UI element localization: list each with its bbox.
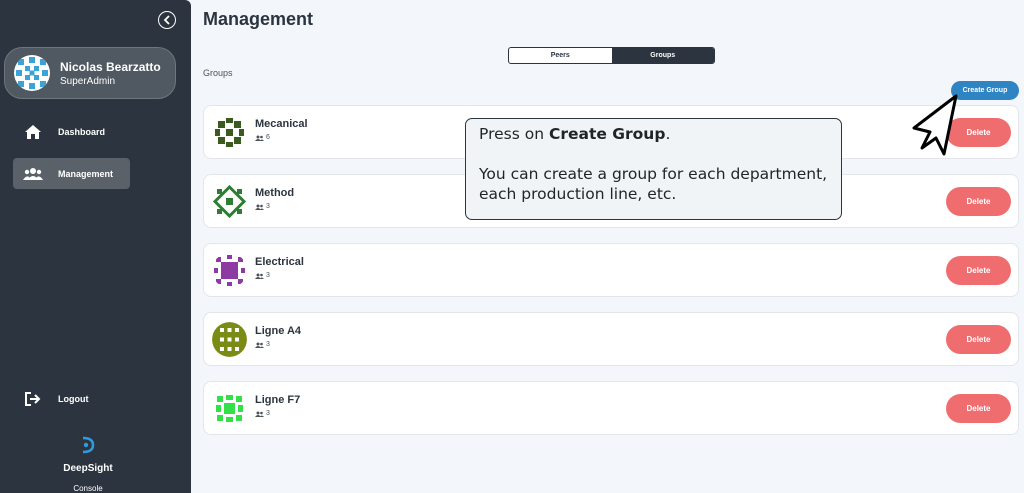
home-icon (23, 124, 43, 140)
member-count: 3 (255, 410, 270, 417)
group-name: Ligne A4 (255, 325, 302, 337)
member-count-value: 3 (266, 410, 270, 417)
member-count: 3 (255, 341, 270, 348)
group-avatar-icon (212, 322, 247, 357)
group-name: Electrical (255, 256, 304, 268)
members-icon (255, 135, 264, 141)
users-icon (23, 166, 43, 182)
logout-label: Logout (58, 393, 89, 404)
member-count-value: 3 (266, 341, 270, 348)
delete-button[interactable]: Delete (946, 394, 1011, 423)
logout-button[interactable]: Logout (13, 383, 130, 414)
chevron-left-icon (163, 15, 170, 25)
group-avatar-icon (212, 391, 247, 426)
members-icon (255, 342, 264, 348)
members-icon (255, 273, 264, 279)
group-row[interactable]: Ligne A4 3 Delete (203, 312, 1019, 366)
brand-subtitle: Console (73, 484, 103, 493)
pointer-cursor-icon (912, 94, 958, 156)
logout-icon (23, 391, 43, 407)
user-name: Nicolas Bearzatto (60, 59, 161, 74)
group-avatar-icon (212, 184, 247, 219)
user-profile-card[interactable]: Nicolas Bearzatto SuperAdmin (4, 47, 176, 99)
delete-button[interactable]: Delete (946, 325, 1011, 354)
brand-name: DeepSight (63, 463, 113, 474)
view-toggle: Peers Groups (508, 47, 715, 64)
sidebar: Nicolas Bearzatto SuperAdmin Dashboard M… (0, 0, 191, 493)
section-label: Groups (203, 68, 233, 78)
user-role: SuperAdmin (60, 75, 116, 87)
member-count-value: 3 (266, 272, 270, 279)
group-name: Mecanical (255, 118, 308, 130)
tab-peers[interactable]: Peers (509, 48, 612, 63)
group-avatar-icon (212, 253, 247, 288)
tooltip-highlight: Create Group (548, 125, 666, 143)
sidebar-item-label: Dashboard (58, 126, 106, 137)
member-count-value: 6 (266, 134, 270, 141)
collapse-sidebar-button[interactable] (158, 11, 176, 29)
member-count: 3 (255, 272, 270, 279)
tutorial-tooltip: Press on Create Group. You can create a … (465, 118, 842, 220)
brand: DeepSight Console (0, 436, 176, 493)
sidebar-item-management[interactable]: Management (13, 158, 130, 189)
page-title: Management (203, 9, 314, 29)
members-icon (255, 411, 264, 417)
member-count: 3 (255, 203, 270, 210)
member-count: 6 (255, 134, 270, 141)
group-name: Method (255, 187, 295, 199)
delete-button[interactable]: Delete (946, 256, 1011, 285)
member-count-value: 3 (266, 203, 270, 210)
sidebar-item-dashboard[interactable]: Dashboard (13, 116, 130, 147)
sidebar-item-label: Management (58, 168, 114, 179)
tab-groups[interactable]: Groups (611, 48, 714, 63)
group-row[interactable]: Electrical 3 Delete (203, 243, 1019, 297)
avatar (14, 55, 50, 91)
group-row[interactable]: Ligne F7 3 Delete (203, 381, 1019, 435)
deepsight-logo-icon (82, 436, 95, 454)
members-icon (255, 204, 264, 210)
tooltip-line-1: Press on Create Group. (479, 125, 671, 143)
delete-button[interactable]: Delete (946, 187, 1011, 216)
group-avatar-icon (212, 115, 247, 150)
group-name: Ligne F7 (255, 394, 301, 406)
tooltip-line-2: You can create a group for each departme… (479, 165, 828, 203)
